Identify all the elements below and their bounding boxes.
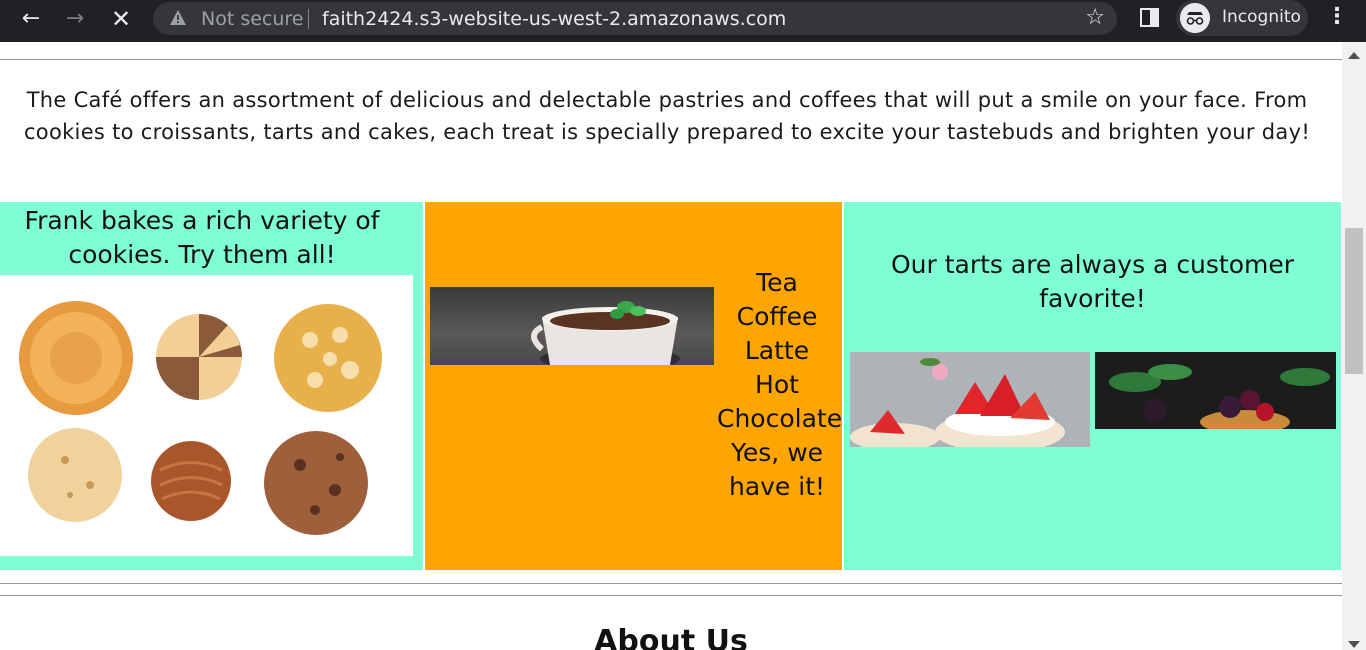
strawberry-tart-image xyxy=(850,352,1090,447)
star-icon[interactable]: ☆ xyxy=(1085,5,1105,30)
cookie xyxy=(156,314,242,400)
drinks-panel: Tea Coffee Latte Hot Chocolate Yes, we h… xyxy=(425,202,842,570)
cookies-image xyxy=(0,275,413,556)
warning-icon xyxy=(170,10,186,25)
cookie xyxy=(28,428,122,522)
address-bar[interactable]: Not secure faith2424.s3-website-us-west-… xyxy=(153,2,1117,35)
url-text[interactable]: faith2424.s3-website-us-west-2.amazonaws… xyxy=(322,8,786,30)
cookie xyxy=(274,304,382,412)
side-panel-icon[interactable] xyxy=(1140,8,1159,27)
drink-item: Tea xyxy=(756,268,798,297)
tarts-caption: Our tarts are always a customer favorite… xyxy=(890,250,1295,313)
drink-item: Latte xyxy=(744,336,810,365)
page-viewport: The Café offers an assortment of delicio… xyxy=(0,42,1342,650)
incognito-profile[interactable]: Incognito xyxy=(1176,0,1308,36)
scroll-up-icon[interactable] xyxy=(1348,52,1360,59)
cookie xyxy=(151,441,231,521)
scrollbar-thumb[interactable] xyxy=(1345,228,1363,374)
cookie xyxy=(264,431,368,535)
drinks-list: Tea Coffee Latte Hot Chocolate Yes, we h… xyxy=(717,266,843,504)
cookies-panel: Frank bakes a rich variety of cookies. T… xyxy=(0,202,423,570)
page-scrollbar[interactable] xyxy=(1342,42,1366,650)
cookie xyxy=(19,301,133,415)
divider xyxy=(0,583,1342,584)
drink-item: Hot Chocolate xyxy=(717,370,843,433)
cookies-caption: Frank bakes a rich variety of cookies. T… xyxy=(24,206,380,269)
incognito-icon xyxy=(1180,3,1210,33)
drink-item: Coffee xyxy=(736,302,818,331)
divider xyxy=(308,9,309,29)
security-status[interactable]: Not secure xyxy=(201,8,304,30)
divider xyxy=(0,59,1342,60)
intro-text: The Café offers an assortment of delicio… xyxy=(23,88,1311,144)
drink-item: Yes, we have it! xyxy=(728,438,826,501)
browser-toolbar: ← → ✕ Not secure faith2424.s3-website-us… xyxy=(0,0,1366,42)
scroll-down-icon[interactable] xyxy=(1348,641,1360,648)
hot-chocolate-image xyxy=(430,287,714,365)
forward-arrow-icon[interactable]: → xyxy=(60,5,90,35)
tarts-panel: Our tarts are always a customer favorite… xyxy=(844,202,1341,570)
stop-loading-icon[interactable]: ✕ xyxy=(106,5,136,35)
kebab-menu-icon[interactable]: ⋮ xyxy=(1326,4,1348,29)
profile-label: Incognito xyxy=(1222,7,1301,27)
berry-tart-image xyxy=(1095,352,1336,429)
about-heading: About Us xyxy=(594,624,748,650)
back-arrow-icon[interactable]: ← xyxy=(16,5,46,35)
divider xyxy=(0,595,1342,596)
